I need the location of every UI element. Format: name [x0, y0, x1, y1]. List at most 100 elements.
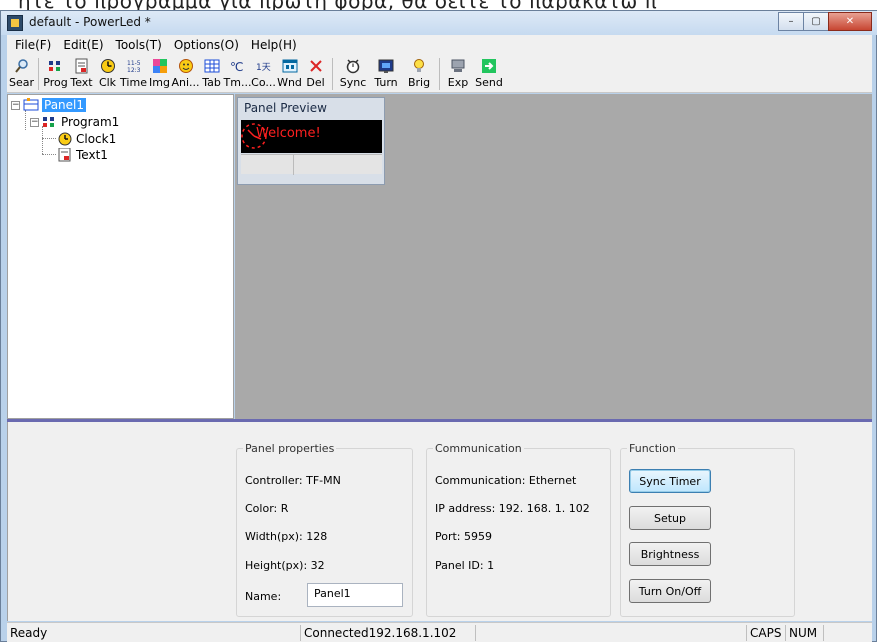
turn-on-off-button[interactable]: Turn On/Off	[629, 579, 711, 603]
tree-line	[42, 138, 56, 139]
tree-label-clock: Clock1	[76, 132, 117, 146]
turn-icon	[378, 58, 394, 74]
port-value: Port: 5959	[435, 530, 493, 543]
animation-icon	[178, 58, 194, 74]
window-title: default - PowerLed *	[29, 15, 151, 29]
sync-button[interactable]: Sync	[337, 55, 369, 93]
panel-properties-title: Panel properties	[243, 442, 337, 455]
tree-node-panel[interactable]: − Panel1	[11, 97, 87, 113]
tree-line	[42, 126, 43, 154]
temperature-label: Tm...	[223, 76, 252, 89]
brightness-label: Brig	[407, 76, 431, 89]
window-button[interactable]: Wnd	[277, 55, 302, 93]
grid-line	[293, 155, 294, 175]
status-ready: Ready	[10, 626, 48, 640]
window-label: Wnd	[277, 76, 302, 89]
search-icon	[14, 58, 30, 74]
search-button[interactable]: Sear	[9, 55, 34, 93]
sync-timer-button[interactable]: Sync Timer	[629, 469, 711, 493]
setup-button[interactable]: Setup	[629, 506, 711, 530]
animation-button[interactable]: Ani...	[171, 55, 200, 93]
project-tree: − Panel1 − Program1 Clock1 Text1	[7, 94, 234, 419]
menu-help[interactable]: Help(H)	[245, 38, 303, 52]
export-icon	[450, 58, 466, 74]
canvas-area[interactable]: Panel Preview Welcome!	[235, 94, 872, 419]
collapse-toggle[interactable]: −	[30, 117, 39, 127]
clock-label: Clk	[98, 76, 117, 89]
close-button[interactable]: ✕	[828, 12, 872, 31]
counter-button[interactable]: 1天 Co...	[251, 55, 276, 93]
tree-node-clock[interactable]: Clock1	[57, 131, 116, 147]
export-label: Exp	[447, 76, 469, 89]
menu-tools[interactable]: Tools(T)	[110, 38, 168, 52]
maximize-button[interactable]: ▢	[803, 12, 829, 31]
send-icon	[481, 58, 497, 74]
brightness-button[interactable]: Brig	[403, 55, 435, 93]
communication-group: Communication Communication: Ethernet IP…	[426, 442, 611, 617]
powerled-app-icon	[7, 15, 23, 31]
led-text: Welcome!	[256, 126, 321, 141]
status-empty	[475, 625, 745, 641]
table-icon	[204, 58, 220, 74]
preview-title: Panel Preview	[244, 101, 327, 115]
text-label: Text	[70, 76, 93, 89]
height-value: Height(px): 32	[245, 559, 325, 572]
export-button[interactable]: Exp	[444, 55, 472, 93]
text-icon	[74, 58, 90, 74]
toolbar-separator	[332, 58, 333, 90]
status-connection: Connected192.168.1.102	[300, 625, 456, 641]
minimize-button[interactable]: –	[778, 12, 804, 31]
tree-line	[25, 110, 26, 130]
time-icon: 11-5 12:3	[126, 58, 142, 74]
send-button[interactable]: Send	[473, 55, 505, 93]
delete-button[interactable]: Del	[303, 55, 328, 93]
svg-text:1天: 1天	[256, 63, 271, 73]
brightness-function-button[interactable]: Brightness	[629, 542, 711, 566]
time-label: Time	[120, 76, 147, 89]
status-bar: Ready Connected192.168.1.102 CAPS NUM	[7, 622, 872, 642]
image-label: Img	[149, 76, 170, 89]
turn-button[interactable]: Turn	[370, 55, 402, 93]
status-caps: CAPS	[746, 625, 785, 641]
panel-preview[interactable]: Panel Preview Welcome!	[237, 97, 385, 185]
properties-pane: Panel properties Controller: TF-MN Color…	[7, 422, 872, 621]
led-display: Welcome!	[241, 120, 382, 153]
window-icon	[282, 58, 298, 74]
toolbar-separator	[38, 58, 39, 90]
clock-button[interactable]: Clk	[95, 55, 120, 93]
menu-file[interactable]: File(F)	[9, 38, 57, 52]
collapse-toggle[interactable]: −	[11, 100, 20, 110]
sync-icon	[345, 58, 361, 74]
text-button[interactable]: Text	[69, 55, 94, 93]
menu-edit[interactable]: Edit(E)	[57, 38, 109, 52]
tree-node-text[interactable]: Text1	[57, 147, 108, 163]
turn-label: Turn	[374, 76, 398, 89]
delete-icon	[308, 58, 324, 74]
controller-value: Controller: TF-MN	[245, 474, 341, 487]
panel-name-input[interactable]: Panel1	[307, 583, 403, 607]
panel-icon	[23, 98, 39, 111]
program-icon	[48, 58, 64, 74]
temperature-button[interactable]: ℃ Tm...	[223, 55, 252, 93]
program-label: Prog	[43, 76, 68, 89]
program-button[interactable]: Prog	[43, 55, 68, 93]
tree-node-program[interactable]: − Program1	[30, 114, 119, 130]
window-controls: – ▢ ✕	[778, 12, 872, 31]
toolbar: Sear Prog Text Clk 11-5 12:3 Time Img Ani…	[7, 55, 872, 93]
preview-grid	[241, 154, 382, 175]
tree-label-panel: Panel1	[42, 98, 87, 112]
menu-options[interactable]: Options(O)	[168, 38, 245, 52]
clock-icon	[58, 132, 72, 146]
title-bar[interactable]: default - PowerLed * – ▢ ✕	[1, 11, 877, 35]
delete-label: Del	[306, 76, 325, 89]
width-value: Width(px): 128	[245, 530, 328, 543]
table-button[interactable]: Tab	[199, 55, 224, 93]
counter-label: Co...	[251, 76, 276, 89]
image-button[interactable]: Img	[147, 55, 172, 93]
menu-bar: File(F) Edit(E) Tools(T) Options(O) Help…	[7, 35, 872, 55]
time-button[interactable]: 11-5 12:3 Time	[120, 55, 147, 93]
panel-id-value: Panel ID: 1	[435, 559, 495, 572]
table-label: Tab	[202, 76, 221, 89]
panel-properties-group: Panel properties Controller: TF-MN Color…	[236, 442, 413, 617]
program-icon	[43, 117, 54, 127]
